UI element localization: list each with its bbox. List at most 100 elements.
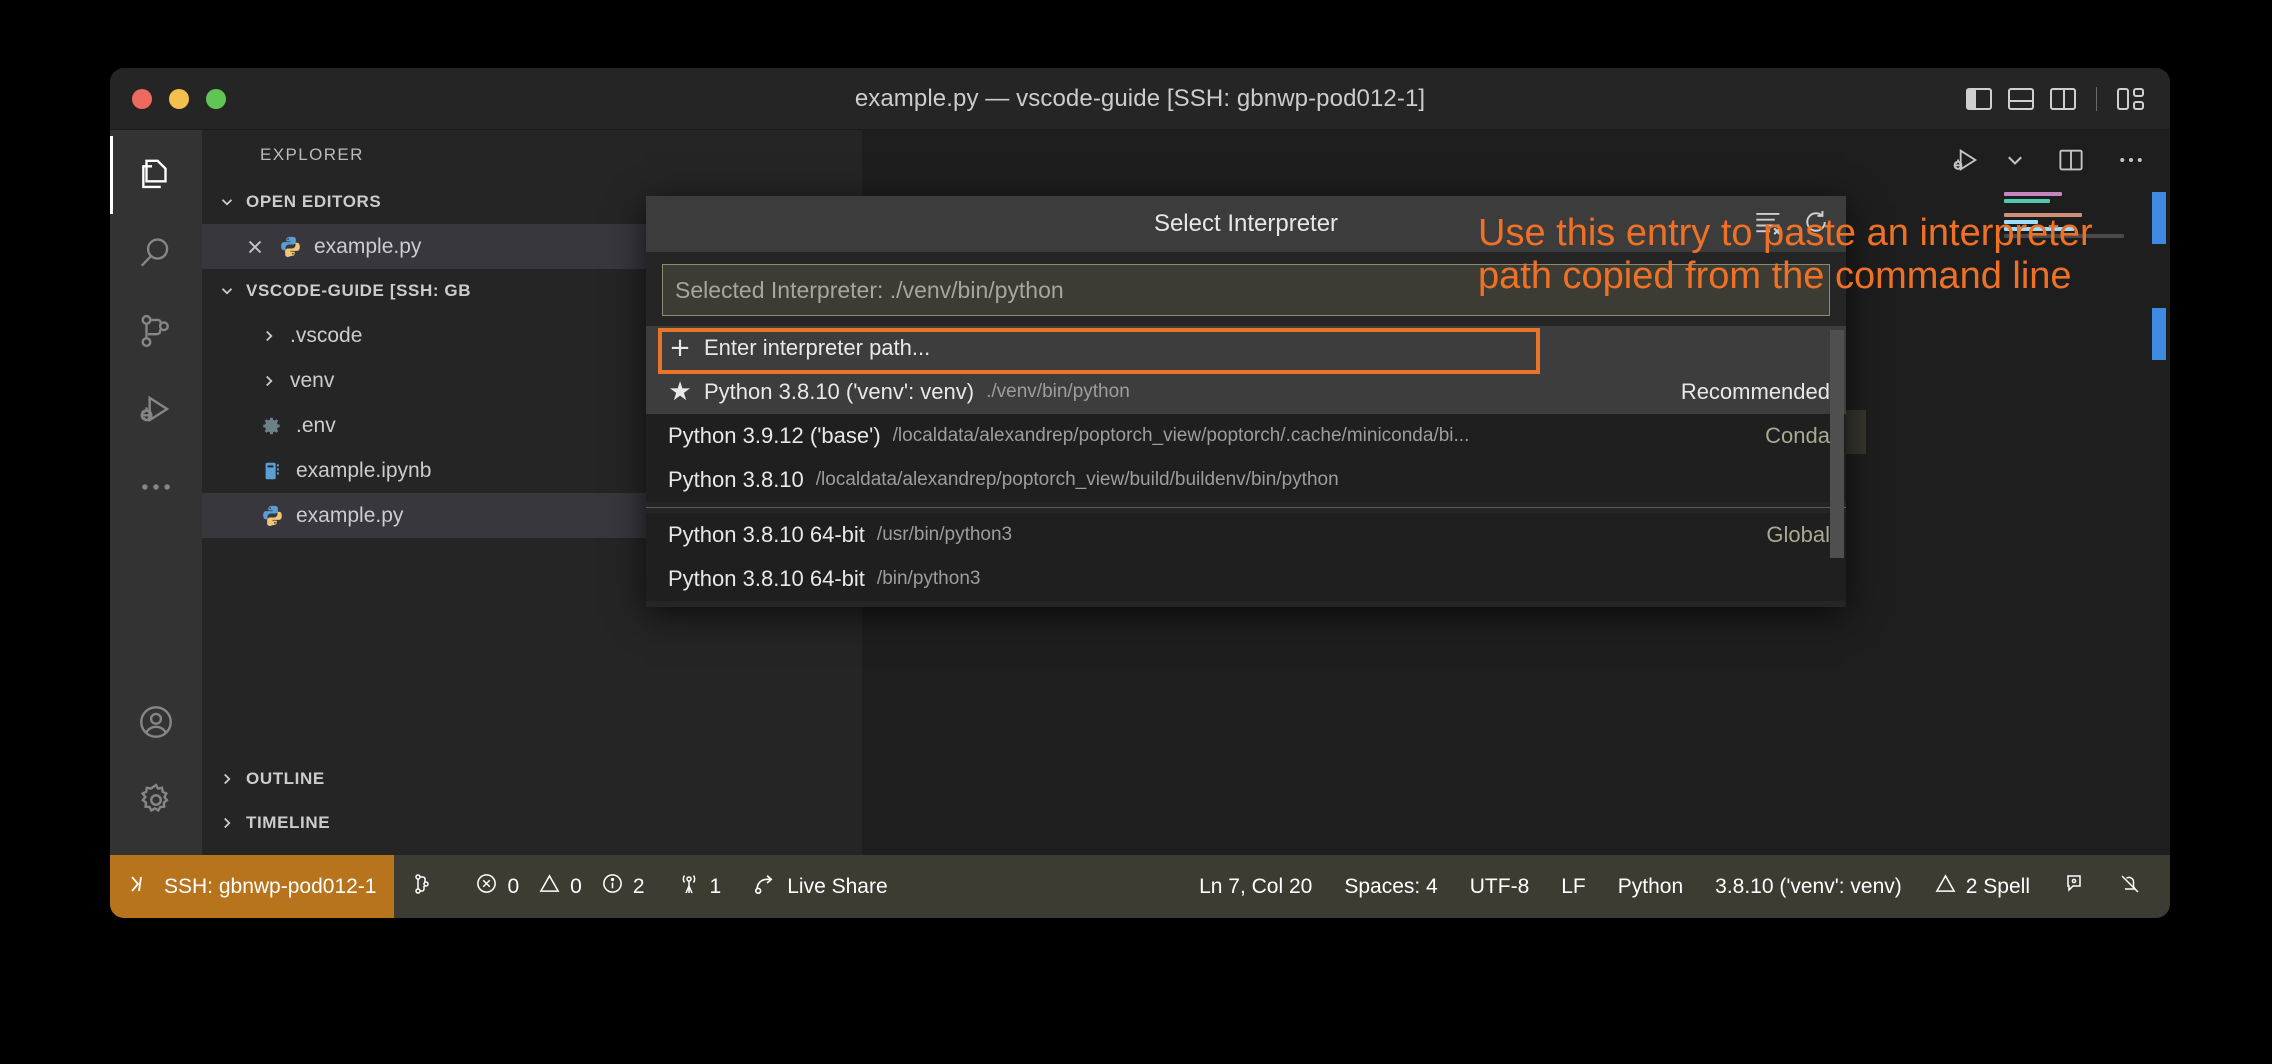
toggle-primary-sidebar-icon[interactable] [1966,88,1992,110]
quickpick-item-bin-python3[interactable]: Python 3.8.10 64-bit /bin/python3 [646,557,1846,601]
split-editor-icon[interactable] [2056,145,2086,180]
status-spell-checker[interactable]: 2 Spell [1918,872,2046,901]
warning-icon [1934,872,1957,901]
star-icon: ★ [668,380,692,404]
quickpick-title: Select Interpreter [1154,210,1338,238]
sidebar-item-source-control[interactable] [110,292,202,370]
status-feedback[interactable] [2046,872,2102,902]
activity-bar [110,130,202,855]
status-eol[interactable]: LF [1545,875,1602,899]
quickpick-item-detail: ./venv/bin/python [986,381,1130,403]
status-problems[interactable]: 0 0 2 [459,872,660,901]
chevron-down-icon[interactable] [2004,149,2026,176]
quickpick-item-enter-interpreter-path[interactable]: + Enter interpreter path... [646,326,1846,370]
quickpick-item-detail: /usr/bin/python3 [877,524,1012,546]
window-controls [132,89,226,109]
feedback-icon [2062,872,2086,902]
status-spell-label: 2 Spell [1966,875,2030,899]
status-error-count: 0 [507,875,519,899]
status-notifications[interactable] [2102,872,2158,902]
close-icon[interactable] [244,236,266,258]
ellipsis-icon[interactable] [2116,145,2146,180]
section-outline[interactable]: OUTLINE [202,757,862,801]
quickpick-item-label: Python 3.8.10 64-bit [668,566,865,592]
status-language-mode[interactable]: Python [1602,875,1699,899]
close-window-button[interactable] [132,89,152,109]
minimize-window-button[interactable] [169,89,189,109]
editor-minimap[interactable] [2004,192,2144,241]
interpreter-search-placeholder: Selected Interpreter: ./venv/bin/python [675,277,1064,304]
status-python-interpreter[interactable]: 3.8.10 ('venv': venv) [1699,875,1918,899]
sidebar-bottom-sections: OUTLINE TIMELINE [202,757,862,855]
status-interpreter-label: 3.8.10 ('venv': venv) [1715,875,1902,899]
refresh-icon[interactable] [1802,208,1830,241]
status-indentation[interactable]: Spaces: 4 [1328,875,1453,899]
section-timeline[interactable]: TIMELINE [202,801,862,845]
warning-icon [538,872,561,901]
section-outline-label: OUTLINE [246,769,325,789]
quickpick-item-usr-bin-python3[interactable]: Python 3.8.10 64-bit /usr/bin/python3 Gl… [646,513,1846,557]
status-remote-indicator[interactable]: SSH: gbnwp-pod012-1 [110,855,394,918]
quickpick-scrollbar[interactable] [1830,330,1844,558]
toggle-panel-icon[interactable] [2008,88,2034,110]
quickpick-item-buildenv-python[interactable]: Python 3.8.10 /localdata/alexandrep/popt… [646,458,1846,502]
clear-list-icon[interactable] [1754,209,1784,240]
info-icon [601,872,624,901]
quickpick-item-label: Python 3.8.10 ('venv': venv) [704,379,974,405]
status-ports[interactable] [394,872,459,902]
sidebar-item-more-views[interactable] [110,448,202,526]
quickpick-item-label: Enter interpreter path... [704,335,930,361]
status-radio-tower[interactable]: 1 [661,872,738,902]
tree-item-label: .vscode [290,324,362,348]
quickpick-list: + Enter interpreter path... ★ Python 3.8… [646,326,1846,607]
section-timeline-label: TIMELINE [246,813,330,833]
status-live-share[interactable]: Live Share [737,871,903,902]
quickpick-item-detail: /localdata/alexandrep/poptorch_view/popt… [893,425,1470,447]
overview-ruler-mark [2152,308,2166,360]
quickpick-header-actions [1754,208,1830,241]
status-warning-count: 0 [570,875,582,899]
python-icon [278,235,302,259]
sidebar-item-explorer[interactable] [110,136,202,214]
status-live-share-label: Live Share [787,875,887,899]
toggle-secondary-sidebar-icon[interactable] [2050,88,2076,110]
quickpick-item-label: Python 3.8.10 64-bit [668,522,865,548]
maximize-window-button[interactable] [206,89,226,109]
tree-item-label: example.ipynb [296,459,431,483]
layout-controls [1966,87,2144,111]
select-interpreter-quickpick: Select Interpreter Selected Interpreter: [646,196,1846,607]
bell-slash-icon [2118,872,2142,902]
quickpick-item-conda-base[interactable]: Python 3.9.12 ('base') /localdata/alexan… [646,414,1846,458]
status-language-label: Python [1618,875,1683,899]
tree-item-label: example.py [296,504,403,528]
sidebar-item-run-and-debug[interactable] [110,370,202,448]
manage-settings-button[interactable] [110,761,202,839]
quickpick-item-detail: /bin/python3 [877,568,981,590]
section-open-editors-label: OPEN EDITORS [246,192,381,212]
status-cursor-position[interactable]: Ln 7, Col 20 [1183,875,1328,899]
quickpick-item-venv-python[interactable]: ★ Python 3.8.10 ('venv': venv) ./venv/bi… [646,370,1846,414]
quickpick-item-detail: /localdata/alexandrep/poptorch_view/buil… [816,469,1339,491]
overview-ruler-mark [2152,192,2166,244]
chevron-right-icon [260,372,278,390]
accounts-button[interactable] [110,683,202,761]
live-share-icon [753,871,778,902]
status-encoding[interactable]: UTF-8 [1454,875,1546,899]
status-encoding-label: UTF-8 [1470,875,1530,899]
quickpick-input-wrap: Selected Interpreter: ./venv/bin/python [646,252,1846,326]
chevron-right-icon [260,327,278,345]
divider [2096,87,2097,111]
status-eol-label: LF [1561,875,1586,899]
run-debug-icon[interactable] [1950,144,1982,181]
remote-icon [128,872,152,902]
chevron-down-icon [218,193,236,211]
section-workspace-label: VSCODE-GUIDE [SSH: GB [246,281,471,301]
status-cursor-label: Ln 7, Col 20 [1199,875,1312,899]
python-icon [260,504,284,528]
customize-layout-icon[interactable] [2117,88,2144,110]
tree-item-label: .env [296,414,336,438]
sidebar-item-search[interactable] [110,214,202,292]
open-editor-label: example.py [314,235,421,259]
status-info-count: 2 [633,875,645,899]
interpreter-search-input[interactable]: Selected Interpreter: ./venv/bin/python [662,264,1830,316]
